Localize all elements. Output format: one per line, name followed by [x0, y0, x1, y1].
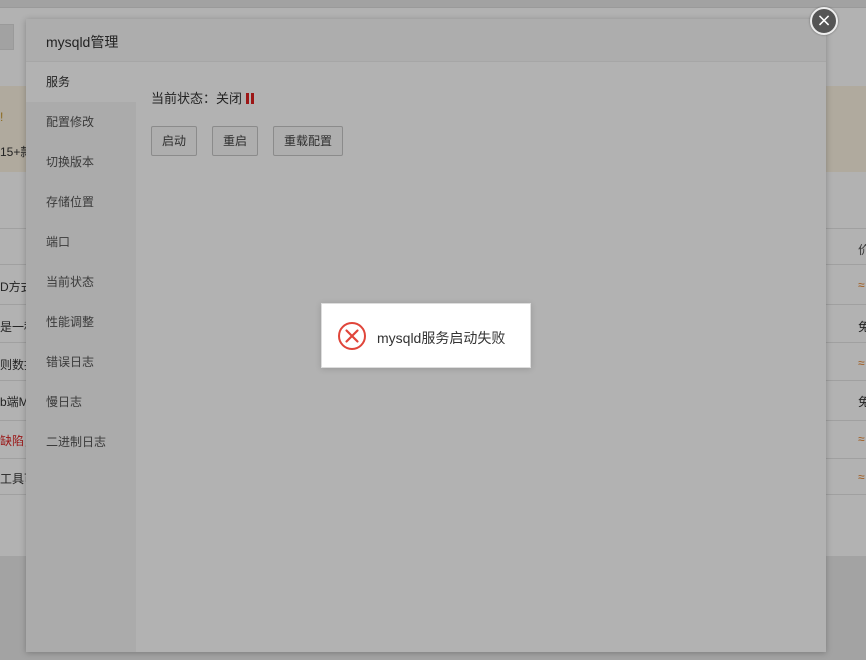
error-circle-icon	[338, 322, 366, 350]
close-icon[interactable]: ×	[810, 7, 838, 35]
error-toast: mysqld服务启动失败	[321, 303, 531, 368]
toast-message: mysqld服务启动失败	[377, 330, 506, 346]
